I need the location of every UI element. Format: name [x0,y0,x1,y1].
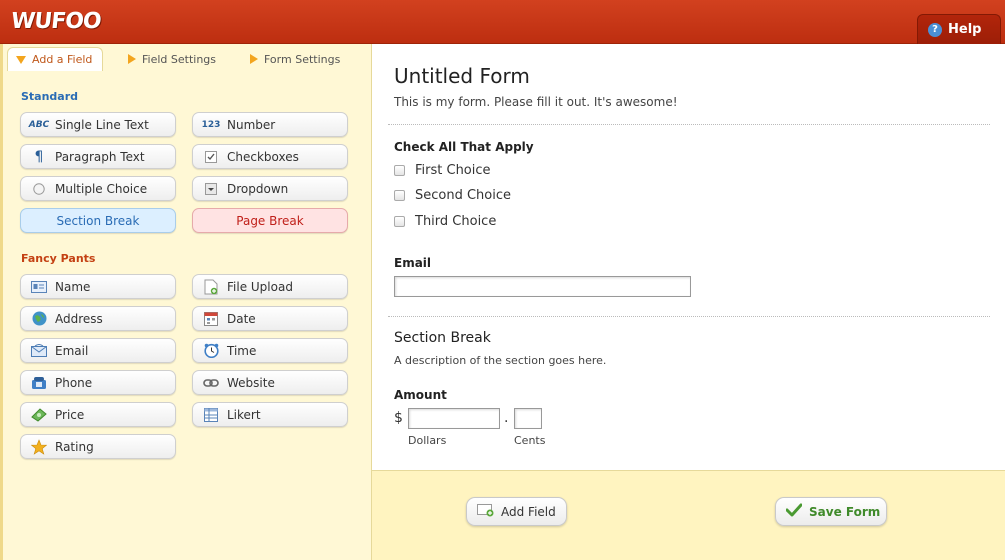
globe-icon [29,311,49,326]
divider [388,316,990,317]
add-time-button[interactable]: Time [192,338,348,363]
cents-sublabel: Cents [514,434,546,447]
add-price-button[interactable]: Price [20,402,176,427]
choice-second[interactable]: Second Choice [394,188,511,203]
checkbox[interactable] [394,190,405,201]
add-date-button[interactable]: Date [192,306,348,331]
phone-icon [29,376,49,390]
tab-form-settings[interactable]: Form Settings [250,48,340,70]
envelope-icon [29,344,49,357]
choice-third[interactable]: Third Choice [394,214,496,229]
add-likert-button[interactable]: Likert [192,402,348,427]
dropdown-icon [201,182,221,195]
add-rating-button[interactable]: Rating [20,434,176,459]
standard-section-title: Standard [21,90,79,103]
checkbox[interactable] [394,216,405,227]
abc-icon: ABC [28,119,50,130]
add-address-button[interactable]: Address [20,306,176,331]
file-upload-icon [201,279,221,295]
help-label: Help [948,22,982,37]
add-name-button[interactable]: Name [20,274,176,299]
section-break-description[interactable]: A description of the section goes here. [394,354,606,367]
add-number-button[interactable]: 123 Number [192,112,348,137]
add-file-upload-button[interactable]: File Upload [192,274,348,299]
form-description[interactable]: This is my form. Please fill it out. It'… [394,95,678,109]
form-actions-bar: Add Field Save Form [372,470,1005,560]
tab-field-settings[interactable]: Field Settings [128,48,216,70]
section-break-title[interactable]: Section Break [394,330,491,346]
form-title[interactable]: Untitled Form [394,64,530,88]
star-icon [29,438,49,455]
help-button[interactable]: ? Help [917,14,1001,44]
field-sidebar: Add a Field Field Settings Form Settings… [0,44,372,560]
add-single-line-text-button[interactable]: ABC Single Line Text [20,112,176,137]
add-phone-button[interactable]: Phone [20,370,176,395]
email-field[interactable] [394,276,691,297]
checkbox[interactable] [394,165,405,176]
choice-first[interactable]: First Choice [394,163,491,178]
help-icon: ? [928,22,942,37]
divider [388,124,990,125]
add-multiple-choice-button[interactable]: Multiple Choice [20,176,176,201]
calendar-icon [201,311,221,326]
name-card-icon [29,280,49,293]
decimal-point: . [504,410,509,426]
wufoo-logo[interactable]: WUFOO [10,9,102,34]
money-icon [29,407,49,422]
triangle-right-icon [250,54,258,64]
add-field-button[interactable]: Add Field [466,497,567,526]
add-dropdown-button[interactable]: Dropdown [192,176,348,201]
paragraph-icon: ¶ [34,148,44,165]
form-preview: Untitled Form This is my form. Please fi… [372,44,1005,470]
save-form-button[interactable]: Save Form [775,497,887,526]
add-paragraph-text-button[interactable]: ¶ Paragraph Text [20,144,176,169]
triangle-right-icon [128,54,136,64]
checkbox-field-label[interactable]: Check All That Apply [394,140,534,154]
add-section-break-button[interactable]: Section Break [20,208,176,233]
add-field-icon [477,503,495,520]
clock-icon [201,343,221,358]
number-icon: 123 [201,119,221,130]
cents-field[interactable] [514,408,542,429]
link-icon [201,378,221,388]
add-email-button[interactable]: Email [20,338,176,363]
triangle-down-icon [16,55,26,64]
checkbox-icon [201,150,221,163]
app-header: WUFOO ? Help [0,0,1005,44]
add-checkboxes-button[interactable]: Checkboxes [192,144,348,169]
tab-add-a-field[interactable]: Add a Field [7,47,104,71]
table-icon [201,407,221,422]
currency-symbol: $ [394,410,403,426]
checkmark-icon [785,503,803,520]
amount-field-label[interactable]: Amount [394,388,447,402]
email-field-label[interactable]: Email [394,256,431,270]
dollars-field[interactable] [408,408,500,429]
dollars-sublabel: Dollars [408,434,447,447]
add-page-break-button[interactable]: Page Break [192,208,348,233]
fancy-pants-section-title: Fancy Pants [21,252,96,265]
sidebar-tabs: Add a Field Field Settings Form Settings [3,44,372,71]
radio-icon [29,182,49,195]
add-website-button[interactable]: Website [192,370,348,395]
